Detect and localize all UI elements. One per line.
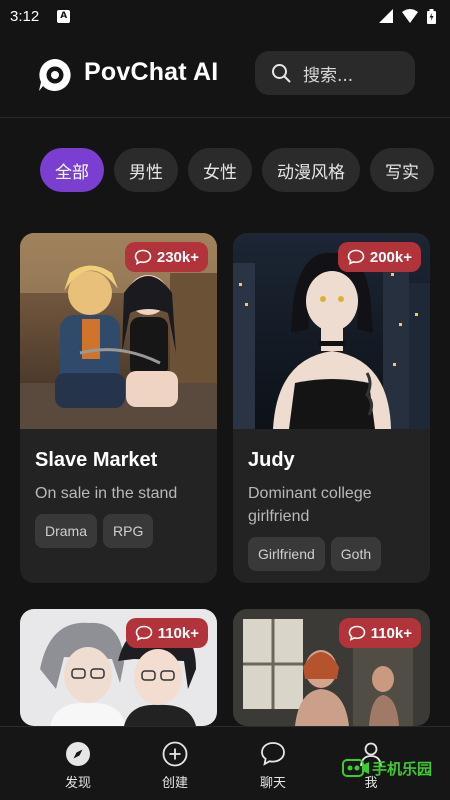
chat-bubble-icon <box>135 625 152 641</box>
character-image: 110k+ <box>20 609 217 726</box>
search-icon <box>272 64 291 83</box>
tag-list: Girlfriend Goth <box>248 537 415 571</box>
search-bar[interactable]: 搜索... <box>255 51 415 95</box>
category-filter: 全部 男性 女性 动漫风格 写实 <box>40 148 434 192</box>
category-chip-anime[interactable]: 动漫风格 <box>262 148 360 192</box>
tag[interactable]: Girlfriend <box>248 537 325 571</box>
status-icons <box>379 8 436 24</box>
app-logo-icon <box>39 59 71 91</box>
chat-count-badge: 230k+ <box>124 242 208 272</box>
category-chip-male[interactable]: 男性 <box>114 148 178 192</box>
compass-icon <box>66 742 90 766</box>
chat-count-badge: 200k+ <box>337 242 421 272</box>
nav-discover[interactable]: 发现 <box>38 727 118 800</box>
category-chip-all[interactable]: 全部 <box>40 148 104 192</box>
chat-bubble-icon <box>261 742 285 766</box>
app-name: PovChat AI <box>84 58 219 86</box>
tag[interactable]: RPG <box>103 514 154 548</box>
tag[interactable]: Drama <box>35 514 98 548</box>
app-header: PovChat AI 搜索... <box>0 32 450 118</box>
tag-list: Drama RPG <box>35 514 202 548</box>
chat-bubble-icon <box>134 249 152 265</box>
character-card[interactable]: 200k+ Judy Dominant college girlfriend G… <box>233 233 430 583</box>
nav-create[interactable]: 创建 <box>135 727 215 800</box>
chat-bubble-icon <box>348 625 365 641</box>
plus-circle-icon <box>162 741 188 767</box>
card-description: Dominant college girlfriend <box>248 485 372 525</box>
chat-count: 200k+ <box>369 248 412 266</box>
character-card[interactable]: 230k+ Slave Market On sale in the stand … <box>20 233 217 583</box>
nav-label: 发现 <box>64 776 91 791</box>
card-title: Slave Market <box>35 449 158 471</box>
signal-icon <box>379 9 393 23</box>
category-chip-realistic[interactable]: 写实 <box>370 148 434 192</box>
chat-count-badge: 110k+ <box>125 618 208 648</box>
character-image: 230k+ <box>20 233 217 429</box>
search-placeholder: 搜索... <box>303 65 354 86</box>
watermark: 手机乐园 <box>342 757 432 779</box>
chat-count: 230k+ <box>156 248 199 266</box>
status-time: 3:12 <box>10 7 40 25</box>
category-chip-female[interactable]: 女性 <box>188 148 252 192</box>
nav-label: 创建 <box>161 776 188 791</box>
nav-label: 聊天 <box>259 776 286 791</box>
chat-count: 110k+ <box>157 624 199 642</box>
watermark-logo-icon <box>342 759 369 777</box>
tag[interactable]: Goth <box>330 537 382 571</box>
status-bar: 3:12 A <box>0 0 450 32</box>
chat-count: 110k+ <box>370 624 412 642</box>
nav-chat[interactable]: 聊天 <box>233 727 313 800</box>
character-card[interactable]: 110k+ <box>20 609 217 726</box>
character-card[interactable]: 110k+ <box>233 609 430 726</box>
wifi-icon <box>402 9 418 23</box>
character-image: 200k+ <box>233 233 430 429</box>
chat-bubble-icon <box>347 249 365 265</box>
chat-count-badge: 110k+ <box>338 618 421 648</box>
watermark-text: 手机乐园 <box>372 759 433 778</box>
card-description: On sale in the stand <box>35 485 178 502</box>
card-title: Judy <box>248 449 295 471</box>
character-image: 110k+ <box>233 609 430 726</box>
a-letter-icon: A <box>57 9 71 23</box>
battery-icon <box>427 8 436 24</box>
